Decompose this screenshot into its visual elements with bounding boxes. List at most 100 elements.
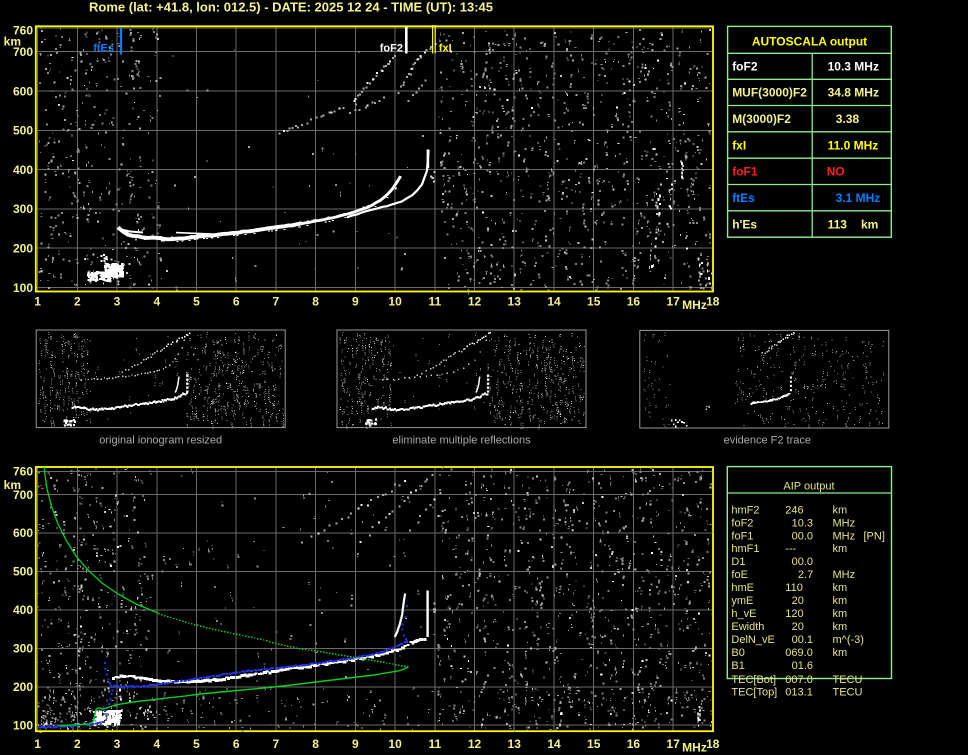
svg-text:3.1 MHz: 3.1 MHz xyxy=(836,191,881,205)
svg-text:6: 6 xyxy=(233,295,240,309)
svg-text:Ewidth: Ewidth xyxy=(731,621,764,633)
svg-text:fxI: fxI xyxy=(732,138,746,152)
svg-text:D1: D1 xyxy=(731,556,745,568)
svg-text:km: km xyxy=(833,647,848,659)
svg-text:h_vE: h_vE xyxy=(731,608,756,620)
svg-text:foF2: foF2 xyxy=(380,42,403,54)
svg-text:hmF2: hmF2 xyxy=(731,504,759,516)
svg-text:4: 4 xyxy=(153,295,160,309)
svg-text:TECU: TECU xyxy=(833,686,863,698)
svg-text:km: km xyxy=(861,217,878,231)
svg-text:12: 12 xyxy=(468,295,482,309)
svg-text:AIP output: AIP output xyxy=(783,481,834,493)
svg-text:hmF1: hmF1 xyxy=(731,543,759,555)
svg-text:300: 300 xyxy=(13,642,33,656)
svg-text:400: 400 xyxy=(13,603,33,617)
svg-text:013.1: 013.1 xyxy=(785,686,813,698)
svg-text:13: 13 xyxy=(508,737,522,751)
svg-text:10: 10 xyxy=(388,737,402,751)
svg-text:---: --- xyxy=(785,543,796,555)
svg-text:500: 500 xyxy=(13,124,33,138)
svg-text:MHz: MHz xyxy=(833,569,856,581)
svg-text:MUF(3000)F2: MUF(3000)F2 xyxy=(732,86,807,100)
svg-text:13: 13 xyxy=(508,295,522,309)
svg-text:TEC[Bot]: TEC[Bot] xyxy=(731,674,776,686)
svg-text:m^(-3): m^(-3) xyxy=(833,634,864,646)
svg-text:100: 100 xyxy=(13,281,33,295)
svg-text:113: 113 xyxy=(828,217,848,231)
svg-text:00.0: 00.0 xyxy=(792,556,813,568)
svg-text:foE: foE xyxy=(731,569,748,581)
svg-text:00.1: 00.1 xyxy=(792,634,813,646)
svg-text:8: 8 xyxy=(312,295,319,309)
svg-text:foF2: foF2 xyxy=(732,60,758,74)
svg-text:MHz: MHz xyxy=(833,530,856,542)
svg-text:17: 17 xyxy=(666,737,680,751)
svg-text:15: 15 xyxy=(587,295,601,309)
svg-text:2: 2 xyxy=(74,737,81,751)
svg-text:MHz: MHz xyxy=(682,298,707,312)
svg-text:9: 9 xyxy=(352,295,359,309)
svg-text:17: 17 xyxy=(666,295,680,309)
svg-text:3: 3 xyxy=(114,737,121,751)
svg-text:evidence F2 trace: evidence F2 trace xyxy=(724,435,811,447)
svg-text:18: 18 xyxy=(706,737,720,751)
svg-text:TECU: TECU xyxy=(833,674,863,686)
svg-text:10.3: 10.3 xyxy=(792,517,813,529)
svg-text:600: 600 xyxy=(13,526,33,540)
svg-text:300: 300 xyxy=(13,202,33,216)
svg-text:DelN_vE: DelN_vE xyxy=(731,634,774,646)
svg-text:110: 110 xyxy=(785,582,803,594)
svg-text:foF1: foF1 xyxy=(732,165,758,179)
svg-text:foF2: foF2 xyxy=(731,517,753,529)
svg-text:200: 200 xyxy=(13,680,33,694)
svg-text:760: 760 xyxy=(13,465,33,479)
svg-text:[PN]: [PN] xyxy=(864,530,885,542)
svg-text:11: 11 xyxy=(428,295,441,309)
svg-text:16: 16 xyxy=(627,295,641,309)
svg-text:11.0 MHz: 11.0 MHz xyxy=(828,138,879,152)
svg-text:11: 11 xyxy=(428,737,441,751)
svg-text:00.0: 00.0 xyxy=(792,530,813,542)
svg-text:NO: NO xyxy=(827,165,845,179)
svg-text:Rome (lat: +41.8, lon: 012.5): Rome (lat: +41.8, lon: 012.5) - DATE: 20… xyxy=(89,1,493,15)
svg-text:14: 14 xyxy=(547,295,561,309)
svg-text:km: km xyxy=(833,582,848,594)
svg-text:h'Es: h'Es xyxy=(732,217,757,231)
svg-text:original ionogram resized: original ionogram resized xyxy=(99,435,222,447)
svg-text:600: 600 xyxy=(13,84,33,98)
svg-text:3.38: 3.38 xyxy=(836,112,860,126)
svg-text:km: km xyxy=(833,543,848,555)
svg-text:15: 15 xyxy=(587,737,601,751)
svg-text:B1: B1 xyxy=(731,660,744,672)
svg-text:18: 18 xyxy=(706,295,720,309)
svg-text:ymE: ymE xyxy=(731,595,753,607)
svg-text:007.0: 007.0 xyxy=(785,674,813,686)
svg-text:AUTOSCALA output: AUTOSCALA output xyxy=(752,35,867,49)
svg-text:5: 5 xyxy=(193,737,200,751)
svg-text:TEC[Top]: TEC[Top] xyxy=(731,686,777,698)
svg-text:10.3 MHz: 10.3 MHz xyxy=(828,60,879,74)
svg-text:01.6: 01.6 xyxy=(792,660,813,672)
svg-text:069.0: 069.0 xyxy=(785,647,813,659)
svg-text:400: 400 xyxy=(13,163,33,177)
svg-text:ftEs: ftEs xyxy=(732,191,755,205)
svg-text:10: 10 xyxy=(388,295,402,309)
svg-text:1: 1 xyxy=(34,295,41,309)
svg-text:200: 200 xyxy=(13,242,33,256)
svg-text:km: km xyxy=(4,35,21,49)
svg-text:246: 246 xyxy=(785,504,803,516)
svg-text:km: km xyxy=(833,621,848,633)
svg-text:7: 7 xyxy=(273,737,280,751)
svg-text:9: 9 xyxy=(352,737,359,751)
svg-text:km: km xyxy=(833,595,848,607)
svg-text:km: km xyxy=(833,504,848,516)
svg-text:6: 6 xyxy=(233,737,240,751)
svg-text:M(3000)F2: M(3000)F2 xyxy=(732,112,791,126)
svg-text:2: 2 xyxy=(74,295,81,309)
svg-text:1: 1 xyxy=(34,737,41,751)
svg-text:12: 12 xyxy=(468,737,482,751)
svg-text:34.8 MHz: 34.8 MHz xyxy=(828,86,879,100)
svg-text:7: 7 xyxy=(273,295,280,309)
svg-text:foF1: foF1 xyxy=(731,530,753,542)
